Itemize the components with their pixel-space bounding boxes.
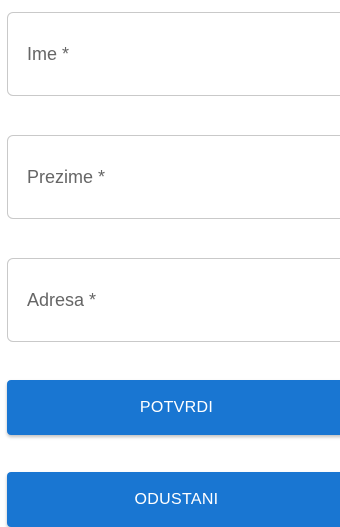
address-label: Adresa * bbox=[27, 290, 97, 310]
last-name-field[interactable]: Prezime * bbox=[7, 135, 340, 219]
first-name-field[interactable]: Ime * bbox=[7, 12, 340, 96]
last-name-label: Prezime * bbox=[27, 167, 106, 187]
cancel-button[interactable]: ODUSTANI bbox=[7, 472, 340, 527]
first-name-label: Ime * bbox=[27, 44, 70, 64]
confirm-button[interactable]: POTVRDI bbox=[7, 380, 340, 435]
person-form: Ime * Prezime * Adresa * POTVRDI ODUSTAN… bbox=[0, 0, 340, 527]
address-field[interactable]: Adresa * bbox=[7, 258, 340, 342]
